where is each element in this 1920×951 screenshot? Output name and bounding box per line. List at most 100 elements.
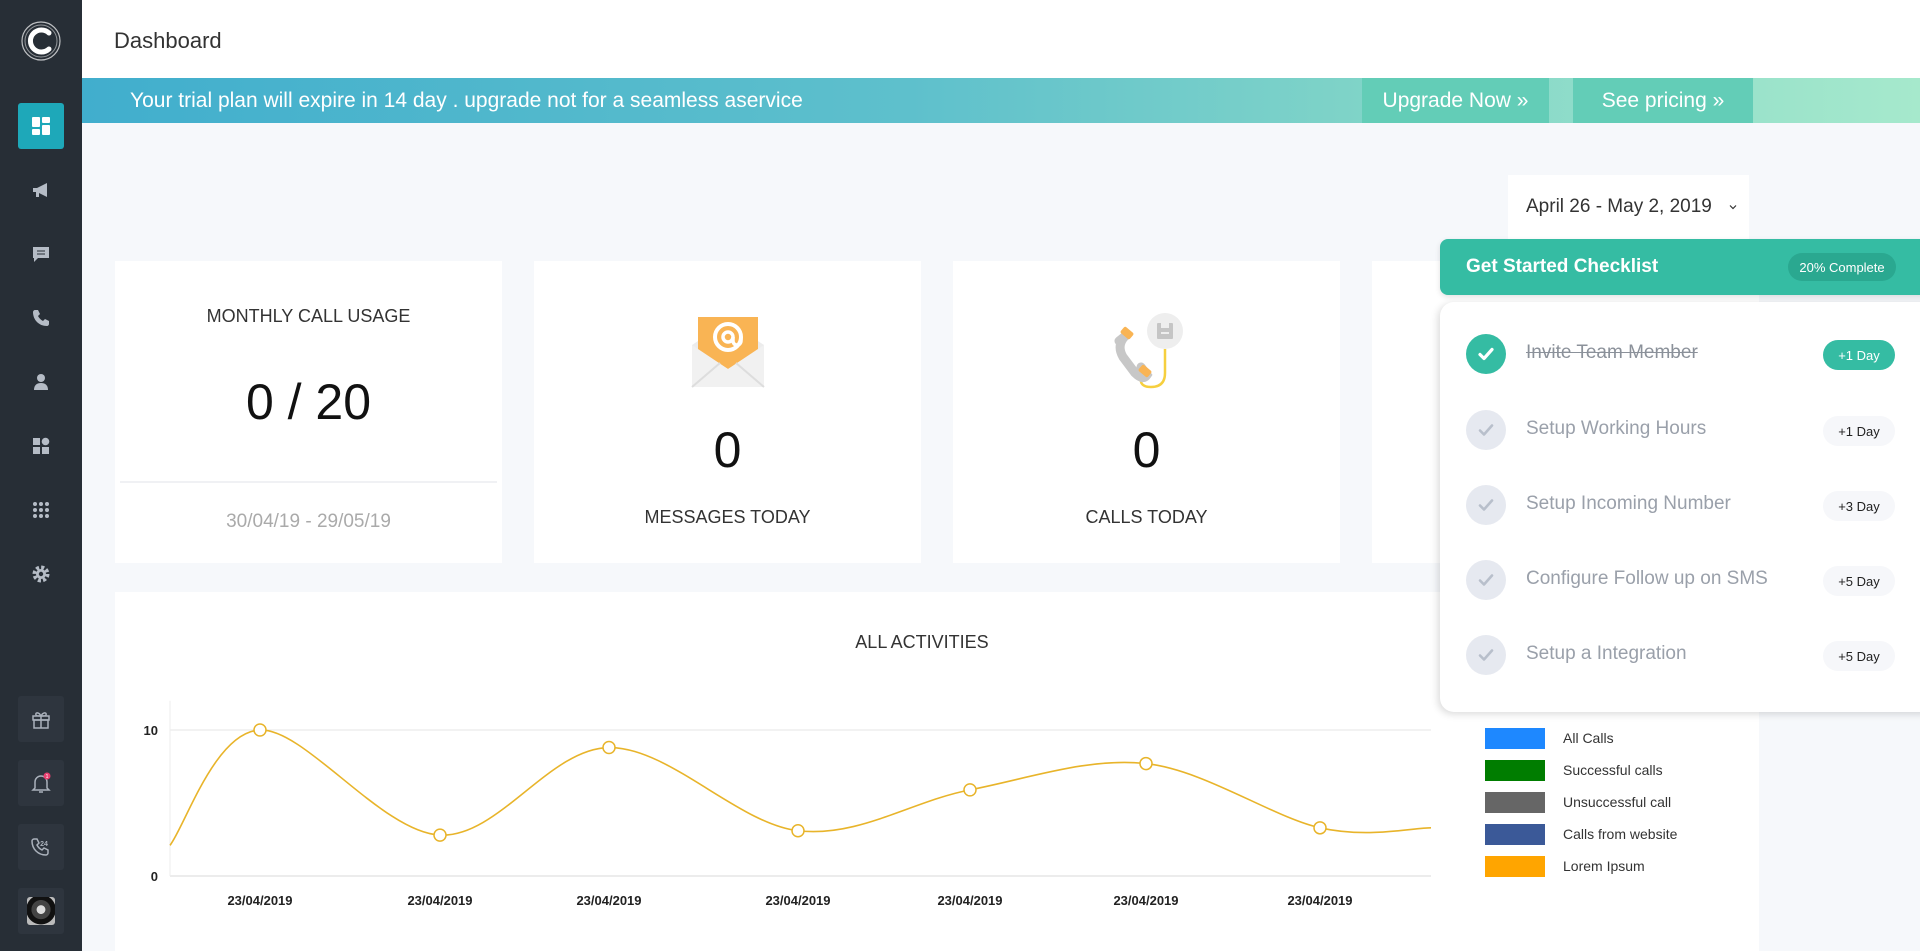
- checklist-task-reward-badge: +1 Day: [1823, 416, 1895, 446]
- check-circle-empty-icon[interactable]: [1466, 635, 1506, 675]
- y-tick-label: 10: [144, 723, 158, 738]
- checklist-task-reward-badge: +5 Day: [1823, 641, 1895, 671]
- data-point[interactable]: [963, 783, 977, 797]
- sidebar-item-calls[interactable]: [18, 295, 64, 341]
- legend-item[interactable]: Calls from website: [1485, 824, 1735, 846]
- sidebar-item-integrations[interactable]: [18, 423, 64, 469]
- x-tick-label: 23/04/2019: [1113, 893, 1178, 908]
- check-circle-icon[interactable]: [1466, 334, 1506, 374]
- trial-banner-text: Your trial plan will expire in 14 day . …: [130, 89, 803, 112]
- date-range-picker[interactable]: April 26 - May 2, 2019: [1508, 175, 1749, 239]
- checklist-header[interactable]: Get Started Checklist 20% Complete: [1440, 239, 1920, 295]
- legend-label: All Calls: [1563, 730, 1614, 746]
- bell-icon: 1: [31, 772, 51, 793]
- data-point[interactable]: [433, 828, 447, 842]
- email-at-icon: [690, 317, 765, 388]
- data-point[interactable]: [602, 740, 616, 755]
- legend-label: Calls from website: [1563, 826, 1678, 842]
- checklist-task-reward-badge: +3 Day: [1823, 491, 1895, 521]
- data-point[interactable]: [1139, 756, 1153, 771]
- x-tick-label: 23/04/2019: [407, 893, 472, 908]
- legend-label: Successful calls: [1563, 762, 1663, 778]
- legend-label: Unsuccessful call: [1563, 794, 1672, 810]
- checklist-task[interactable]: Setup a Integration +5 Day: [1466, 635, 1906, 675]
- user-icon: [34, 374, 48, 390]
- upgrade-now-button[interactable]: Upgrade Now »: [1362, 78, 1549, 123]
- data-point[interactable]: [791, 823, 805, 838]
- widgets-icon: [33, 437, 50, 454]
- dashboard-icon: [32, 117, 50, 135]
- check-circle-empty-icon[interactable]: [1466, 485, 1506, 525]
- monthly-call-usage-card: MONTHLY CALL USAGE 0 / 20 30/04/19 - 29/…: [115, 261, 502, 563]
- profile-button[interactable]: [18, 888, 64, 934]
- megaphone-icon: [33, 183, 47, 197]
- sidebar-item-settings[interactable]: [18, 551, 64, 597]
- legend-item[interactable]: Unsuccessful call: [1485, 792, 1735, 814]
- legend-label: Lorem Ipsum: [1563, 858, 1645, 874]
- gear-icon: [32, 565, 50, 583]
- check-circle-empty-icon[interactable]: [1466, 410, 1506, 450]
- sidebar-item-dashboard[interactable]: [18, 103, 64, 149]
- trial-banner: Your trial plan will expire in 14 day . …: [82, 78, 1920, 123]
- phone-icon: [33, 310, 49, 326]
- grid-icon: [33, 502, 49, 518]
- checklist-task[interactable]: Invite Team Member +1 Day: [1466, 334, 1906, 374]
- legend-swatch: [1485, 728, 1545, 749]
- checklist-task[interactable]: Configure Follow up on SMS +5 Day: [1466, 560, 1906, 600]
- usage-date-range: 30/04/19 - 29/05/19: [226, 511, 391, 532]
- sidebar-item-apps[interactable]: [18, 487, 64, 533]
- header: Dashboard: [82, 0, 1920, 78]
- check-circle-empty-icon[interactable]: [1466, 560, 1506, 600]
- checklist-task-label: Invite Team Member: [1526, 342, 1698, 363]
- legend-item[interactable]: Successful calls: [1485, 760, 1735, 782]
- page-title: Dashboard: [114, 28, 222, 53]
- sidebar-item-campaigns[interactable]: [18, 167, 64, 213]
- app-logo[interactable]: [19, 19, 63, 63]
- svg-text:24: 24: [40, 841, 48, 848]
- messages-today-value: 0: [713, 422, 742, 478]
- messages-today-card: 0 MESSAGES TODAY: [534, 261, 921, 563]
- legend-swatch: [1485, 856, 1545, 877]
- chevron-down-icon: [1729, 205, 1737, 210]
- checklist-progress-badge: 20% Complete: [1788, 253, 1896, 281]
- notification-badge: 1: [46, 774, 49, 780]
- activities-line-chart: 0 10 23/04/2019 23/04/2019 23/04/2019 23/04/…: [144, 700, 1432, 908]
- usage-title: MONTHLY CALL USAGE: [206, 306, 411, 326]
- x-tick-label: 23/04/2019: [937, 893, 1002, 908]
- checklist-task-label: Setup a Integration: [1526, 643, 1687, 664]
- calls-today-label: CALLS TODAY: [1085, 507, 1208, 527]
- calls-today-value: 0: [1132, 422, 1161, 478]
- support-button[interactable]: 24: [18, 824, 64, 870]
- checklist-task[interactable]: Setup Incoming Number +3 Day: [1466, 485, 1906, 525]
- legend-item[interactable]: All Calls: [1485, 728, 1735, 750]
- checklist-task[interactable]: Setup Working Hours +1 Day: [1466, 410, 1906, 450]
- x-tick-label: 23/04/2019: [227, 893, 292, 908]
- legend-swatch: [1485, 760, 1545, 781]
- sidebar-item-messages[interactable]: [18, 231, 64, 277]
- sidebar-item-contacts[interactable]: [18, 359, 64, 405]
- date-range-label: April 26 - May 2, 2019: [1526, 196, 1712, 217]
- x-tick-label: 23/04/2019: [576, 893, 641, 908]
- checklist-task-reward-badge: +1 Day: [1823, 340, 1895, 370]
- y-tick-label: 0: [151, 869, 158, 884]
- data-point[interactable]: [253, 723, 267, 737]
- checklist-task-label: Setup Working Hours: [1526, 418, 1707, 439]
- sidebar: 1 24: [0, 0, 82, 951]
- checklist-panel: Invite Team Member +1 Day Setup Working Ho…: [1440, 302, 1920, 712]
- legend-item[interactable]: Lorem Ipsum: [1485, 856, 1735, 878]
- calls-today-card: 0 CALLS TODAY: [953, 261, 1340, 563]
- checklist-task-reward-badge: +5 Day: [1823, 566, 1895, 596]
- see-pricing-button[interactable]: See pricing »: [1573, 78, 1753, 123]
- messages-today-label: MESSAGES TODAY: [644, 507, 811, 527]
- checklist-task-label: Setup Incoming Number: [1526, 493, 1731, 514]
- notifications-button[interactable]: 1: [18, 760, 64, 806]
- data-point[interactable]: [1313, 821, 1327, 835]
- support-24-icon: 24: [31, 838, 49, 856]
- checklist-task-label: Configure Follow up on SMS: [1526, 568, 1768, 589]
- x-tick-label: 23/04/2019: [1287, 893, 1352, 908]
- legend-swatch: [1485, 792, 1545, 813]
- usage-value: 0 / 20: [245, 374, 372, 430]
- legend-swatch: [1485, 824, 1545, 845]
- gift-button[interactable]: [18, 696, 64, 742]
- gift-icon: [32, 712, 50, 729]
